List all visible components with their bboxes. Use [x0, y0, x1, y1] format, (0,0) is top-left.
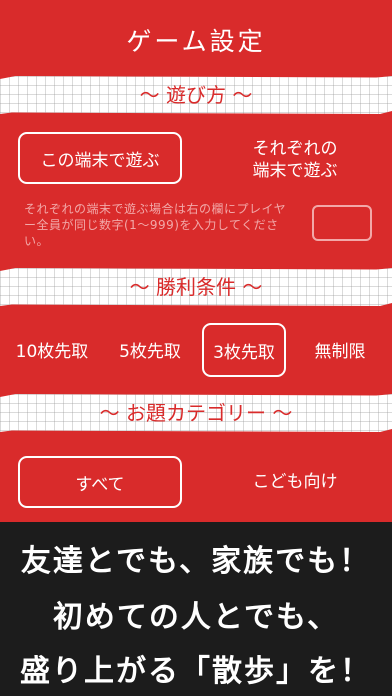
play-on-each-device-option[interactable]: それぞれの 端末で遊ぶ: [220, 136, 370, 184]
play-on-each-device-label-line1: それぞれの: [252, 138, 338, 159]
promo-line-1: 友達とでも、家族でも！: [20, 544, 372, 579]
play-on-this-device-button[interactable]: この端末で遊ぶ: [18, 132, 182, 184]
promo-line-2: 初めての人とでも、: [52, 600, 340, 635]
room-number-input[interactable]: [312, 205, 372, 241]
category-all-button[interactable]: すべて: [18, 456, 182, 508]
win-option-10[interactable]: 10枚先取: [8, 330, 96, 374]
section-header-win-condition: ～ 勝利条件 ～: [0, 268, 392, 306]
win-option-unlimited[interactable]: 無制限: [296, 330, 384, 374]
category-kids-option[interactable]: こども向け: [220, 460, 370, 504]
promo-line-3: 盛り上がる「散歩」を！: [20, 654, 372, 689]
play-on-each-device-label-line2: 端末で遊ぶ: [252, 161, 338, 181]
play-mode-note: それぞれの端末で遊ぶ場合は右の欄にプレイヤー全員が同じ数字(1〜999)を入力し…: [24, 202, 287, 248]
page-title: ゲーム設定: [126, 27, 266, 56]
section-header-play-mode: ～ 遊び方 ～: [0, 76, 392, 114]
win-option-3-selected[interactable]: 3枚先取: [202, 323, 286, 377]
win-option-5[interactable]: 5枚先取: [106, 330, 194, 374]
section-header-category: ～ お題カテゴリー ～: [0, 394, 392, 432]
